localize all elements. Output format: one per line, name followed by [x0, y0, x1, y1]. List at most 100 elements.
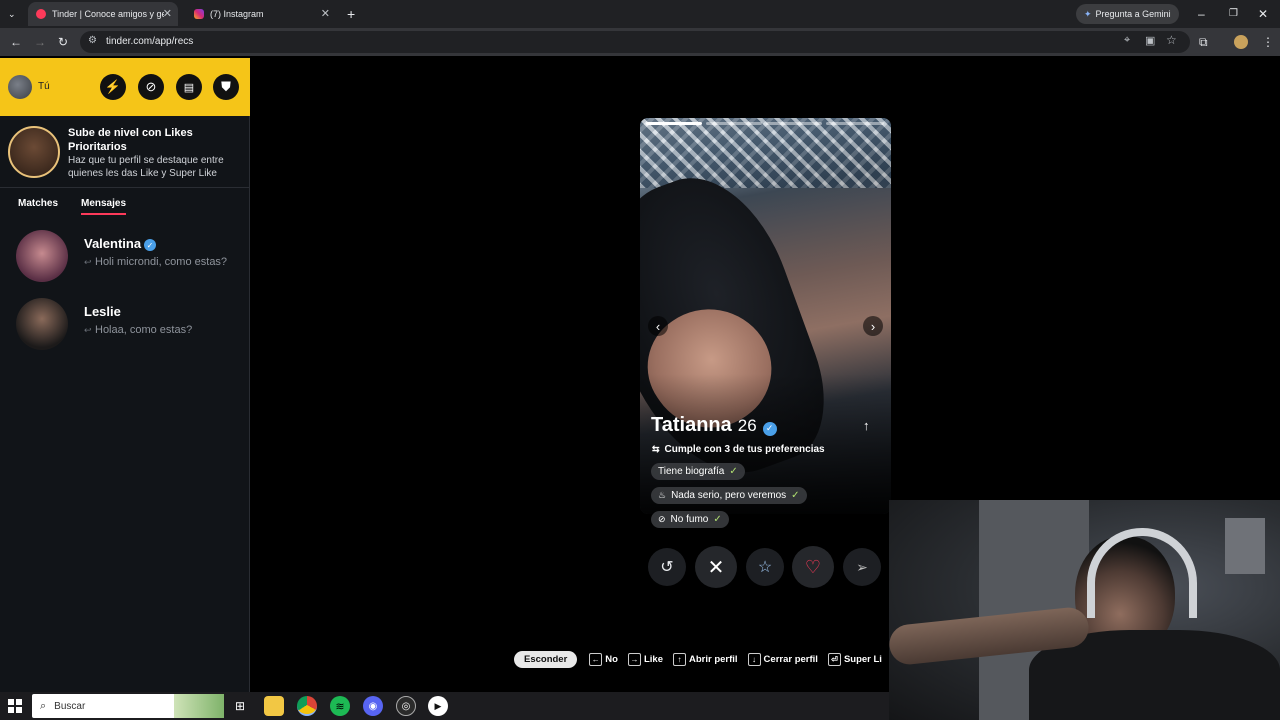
- priority-likes-promo[interactable]: Sube de nivel con Likes Prioritarios Haz…: [0, 116, 250, 188]
- menu-kebab-icon[interactable]: ⋮: [1262, 28, 1274, 56]
- next-photo-chevron-icon[interactable]: ›: [863, 316, 883, 336]
- search-highlight-image: [174, 694, 224, 718]
- rewind-icon: ↺: [660, 559, 674, 576]
- active-tab-underline: [81, 213, 126, 215]
- match-row-valentina[interactable]: Valentina ✓ ↩ Holi microndi, como estas?: [0, 224, 250, 288]
- user-avatar[interactable]: [8, 75, 32, 99]
- check-icon: ✓: [713, 514, 722, 525]
- task-view-icon[interactable]: ⊞: [230, 696, 250, 716]
- windows-start-icon[interactable]: [8, 699, 22, 713]
- tab-search-icon[interactable]: ⌄: [8, 0, 16, 28]
- shortcut-no: ← No: [589, 652, 618, 666]
- bookmark-star-icon[interactable]: ☆: [1166, 33, 1177, 47]
- reply-arrow-icon: ↩: [84, 257, 92, 267]
- profile-age: 26: [737, 416, 757, 435]
- match-row-leslie[interactable]: Leslie ↩ Holaa, como estas?: [0, 292, 250, 356]
- reply-arrow-icon: ↩: [84, 325, 92, 335]
- enter-key-icon: ⏎: [827, 652, 841, 666]
- shortcut-close-profile: ↓ Cerrar perfil: [747, 652, 818, 666]
- obs-icon[interactable]: ◎: [396, 696, 416, 716]
- relationship-icon: ♨: [658, 490, 667, 500]
- tab-close-icon[interactable]: ✕: [321, 7, 330, 20]
- restore-icon[interactable]: ❐: [1229, 0, 1238, 28]
- avatar: [16, 230, 68, 282]
- gemini-button[interactable]: ✦ Pregunta a Gemini: [1076, 4, 1179, 24]
- photo-progress-segment: [766, 122, 822, 125]
- right-key-icon: →: [627, 652, 641, 666]
- star-icon: ☆: [757, 559, 773, 576]
- match-name: Leslie: [84, 304, 121, 319]
- media-player-icon[interactable]: ▶: [428, 696, 448, 716]
- down-key-icon: ↓: [747, 652, 761, 666]
- sidebar-header: Tú ⚡ ⊘ ▤ ⛊: [0, 58, 250, 116]
- open-profile-arrow-icon[interactable]: ↑: [863, 418, 870, 433]
- translate-icon[interactable]: ▣: [1145, 34, 1155, 47]
- match-name: Valentina: [84, 236, 142, 251]
- minimize-icon[interactable]: –: [1198, 0, 1205, 28]
- discord-icon[interactable]: ◉: [363, 696, 383, 716]
- keyboard-shortcuts-bar: Esconder ← No → Like ↑ Abrir perfil ↓ Cerrar…: [514, 650, 882, 668]
- match-last-message: Holi microndi, como estas?: [95, 256, 228, 268]
- heart-icon: ♡: [804, 556, 822, 577]
- send-message-button[interactable]: ➢: [843, 548, 881, 586]
- safety-shield-icon[interactable]: ⛊: [213, 74, 239, 100]
- previous-photo-chevron-icon[interactable]: ‹: [648, 316, 668, 336]
- file-explorer-icon[interactable]: [264, 696, 284, 716]
- explore-compass-icon[interactable]: ⊘: [138, 74, 164, 100]
- photo-progress-segment: [646, 122, 702, 125]
- promo-title: Sube de nivel con Likes Prioritarios: [68, 127, 193, 153]
- tab-close-icon[interactable]: ✕: [163, 7, 172, 20]
- tag-label: No fumo: [670, 514, 709, 525]
- photo-progress-segment: [706, 122, 762, 125]
- site-info-icon[interactable]: ⚙: [88, 35, 97, 46]
- promo-subtitle: Haz que tu perfil se destaque entre quie…: [68, 155, 224, 179]
- shortcut-label: Like: [643, 653, 663, 665]
- match-last-message: Holaa, como estas?: [95, 324, 193, 336]
- profile-avatar[interactable]: [1234, 35, 1248, 49]
- profile-name: Tatianna: [651, 414, 732, 436]
- tab-tinder-title: Tinder | Conoce amigos y gente: [52, 9, 164, 19]
- rewind-button[interactable]: ↺: [648, 548, 686, 586]
- webcam-overlay: [889, 500, 1280, 720]
- user-label[interactable]: Tú: [38, 81, 50, 92]
- taskbar-search-placeholder: Buscar: [54, 700, 86, 712]
- gemini-label: Pregunta a Gemini: [1095, 9, 1171, 19]
- forward-icon[interactable]: →: [34, 28, 46, 56]
- spotify-icon[interactable]: ≋: [330, 696, 350, 716]
- tag-label: Nada serio, pero veremos: [671, 490, 787, 501]
- location-icon[interactable]: ⌖: [1124, 34, 1130, 47]
- tag-smoking: ⊘ No fumo ✓: [651, 511, 729, 528]
- nope-button[interactable]: ✕: [695, 546, 737, 588]
- check-icon: ✓: [791, 490, 800, 501]
- tab-mensajes[interactable]: Mensajes: [81, 198, 126, 209]
- gemini-sparkle-icon: ✦: [1084, 8, 1092, 19]
- webcam-poster: [1225, 518, 1265, 574]
- chrome-icon[interactable]: [297, 696, 317, 716]
- shortcut-label: Cerrar perfil: [763, 653, 818, 665]
- tab-instagram[interactable]: (7) Instagram ✕: [186, 2, 336, 26]
- hide-shortcuts-button[interactable]: Esconder: [514, 650, 578, 668]
- extensions-icon[interactable]: ⧉: [1199, 28, 1208, 56]
- back-icon[interactable]: ←: [10, 28, 22, 56]
- photo-background-pattern: [640, 118, 891, 188]
- reload-icon[interactable]: ↻: [58, 28, 68, 56]
- url-text: tinder.com/app/recs: [106, 36, 194, 47]
- check-icon: ✓: [729, 466, 738, 477]
- tab-tinder[interactable]: Tinder | Conoce amigos y gente ✕: [28, 2, 178, 26]
- profile-card[interactable]: ‹ › Tatianna 26 ✓ ↑ ⇆ Cumple con 3 de tu…: [640, 118, 891, 514]
- tab-matches[interactable]: Matches: [18, 198, 58, 209]
- new-tab-icon[interactable]: +: [347, 0, 355, 28]
- close-window-icon[interactable]: ✕: [1258, 0, 1268, 28]
- windows-taskbar: ⌕ Buscar ⊞ ≋ ◉ ◎ ▶: [0, 692, 889, 720]
- work-briefcase-icon[interactable]: ▤: [176, 74, 202, 100]
- profile-name-row: Tatianna 26 ✓: [651, 414, 777, 437]
- preferences-row: ⇆ Cumple con 3 de tus preferencias: [652, 444, 825, 455]
- avatar: [16, 298, 68, 350]
- address-bar[interactable]: ⚙ tinder.com/app/recs ⌖ ▣ ☆: [80, 31, 1190, 53]
- super-like-button[interactable]: ☆: [746, 548, 784, 586]
- tag-bio: Tiene biografía ✓: [651, 463, 745, 480]
- taskbar-search-box[interactable]: ⌕ Buscar: [32, 694, 224, 718]
- boost-icon[interactable]: ⚡: [100, 74, 126, 100]
- like-button[interactable]: ♡: [792, 546, 834, 588]
- tag-relationship: ♨ Nada serio, pero veremos ✓: [651, 487, 807, 504]
